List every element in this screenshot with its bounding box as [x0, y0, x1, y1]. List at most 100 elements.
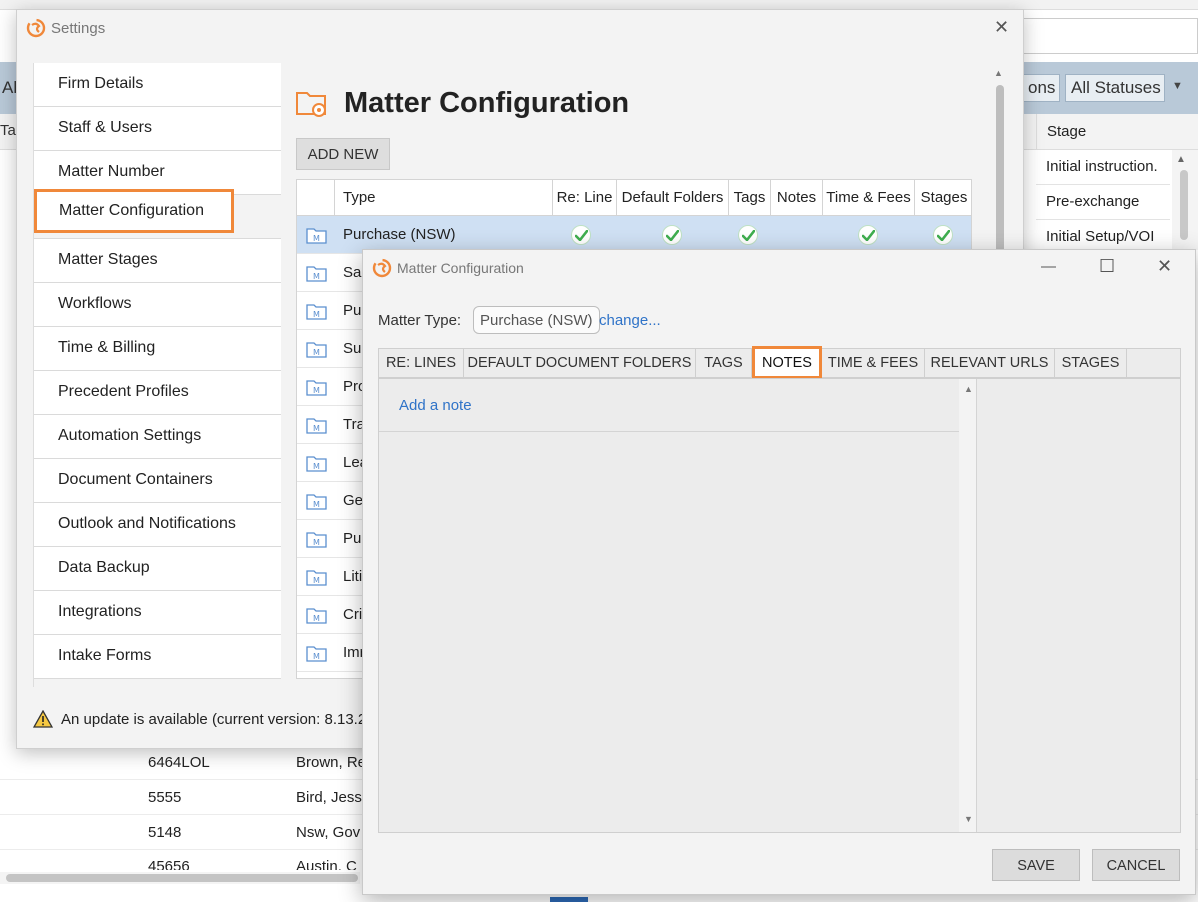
column-header-re-line[interactable]: Re: Line — [552, 180, 616, 216]
scroll-down-icon[interactable]: ▼ — [964, 814, 973, 824]
matter-type-icon: M — [306, 532, 327, 548]
column-header-notes[interactable]: Notes — [770, 180, 822, 216]
matter-type-name: Ge — [343, 492, 364, 509]
add-note-link[interactable]: Add a note — [399, 397, 472, 414]
close-icon[interactable]: ✕ — [994, 17, 1009, 38]
nav-item-matter-configuration[interactable]: Matter Configuration — [34, 189, 234, 233]
settings-title: Settings — [51, 20, 106, 37]
scroll-up-icon[interactable]: ▲ — [994, 68, 1003, 78]
svg-text:M: M — [313, 310, 320, 319]
check-icon — [858, 225, 878, 245]
bg-status-filter[interactable]: All Statuses — [1065, 74, 1165, 102]
svg-text:M: M — [313, 462, 320, 471]
matter-type-icon: M — [306, 456, 327, 472]
folder-settings-icon — [296, 92, 326, 117]
nav-item-automation-settings[interactable]: Automation Settings — [34, 415, 282, 459]
page-title: Matter Configuration — [344, 87, 630, 119]
svg-text:M: M — [313, 424, 320, 433]
bg-scroll-thumb[interactable] — [1180, 170, 1188, 240]
nav-item-firm-details[interactable]: Firm Details — [34, 63, 282, 107]
svg-text:M: M — [313, 272, 320, 281]
svg-text:M: M — [313, 500, 320, 509]
tab-default-document-folders[interactable]: DEFAULT DOCUMENT FOLDERS — [464, 349, 696, 378]
scroll-up-icon[interactable]: ▲ — [964, 384, 973, 394]
scroll-up-icon[interactable]: ▲ — [1176, 154, 1186, 165]
matter-type-icon: M — [306, 608, 327, 624]
column-header-time-fees[interactable]: Time & Fees — [822, 180, 914, 216]
bg-stage-cell: Pre-exchange — [1036, 185, 1170, 220]
config-tabs: RE: LINES DEFAULT DOCUMENT FOLDERS TAGS … — [378, 346, 1181, 379]
matter-type-name: Purchase (NSW) — [343, 226, 456, 243]
bg-filter-chip-1[interactable]: ons — [1022, 74, 1060, 102]
check-icon — [933, 225, 953, 245]
bg-client-name: Brown, Re — [296, 754, 362, 771]
bg-stage-cell: Initial instruction. — [1036, 150, 1170, 185]
tab-stages[interactable]: STAGES — [1055, 349, 1127, 378]
bg-hscroll-thumb[interactable] — [6, 874, 358, 882]
matter-configuration-dialog: Matter Configuration — ☐ ✕ Matter Type: … — [362, 249, 1196, 895]
matter-type-icon: M — [306, 304, 327, 320]
svg-text:M: M — [313, 234, 320, 243]
dialog-title: Matter Configuration — [397, 260, 524, 276]
matter-type-icon: M — [306, 228, 327, 244]
svg-text:M: M — [313, 614, 320, 623]
nav-item-matter-stages[interactable]: Matter Stages — [34, 239, 282, 283]
notes-list: Add a note — [379, 379, 959, 432]
tab-relevant-urls[interactable]: RELEVANT URLS — [925, 349, 1055, 378]
notes-vertical-scrollbar[interactable] — [959, 379, 977, 832]
column-header-tags[interactable]: Tags — [728, 180, 770, 216]
nav-item-staff-users[interactable]: Staff & Users — [34, 107, 282, 151]
app-logo-icon — [372, 258, 392, 278]
add-new-button[interactable]: ADD NEW — [296, 138, 390, 170]
update-text: An update is available (current version:… — [61, 711, 375, 728]
bg-search-box[interactable] — [1010, 18, 1198, 54]
chevron-down-icon[interactable]: ▼ — [1172, 80, 1183, 92]
bg-client-name: Nsw, Gov — [296, 824, 361, 841]
settings-nav: Firm Details Staff & Users Matter Number… — [33, 63, 282, 687]
bg-matter-number: 5555 — [148, 789, 182, 806]
column-header-stages[interactable]: Stages — [914, 180, 971, 216]
nav-item-intake-forms[interactable]: Intake Forms — [34, 635, 282, 679]
tab-tags[interactable]: TAGS — [696, 349, 752, 378]
notes-panel: Add a note ▲ ▼ — [378, 378, 1181, 833]
bg-stage-header[interactable]: Stage — [1036, 114, 1170, 150]
bg-page-indicator — [550, 897, 588, 902]
cancel-button[interactable]: CANCEL — [1092, 849, 1180, 881]
tab-re-lines[interactable]: RE: LINES — [379, 349, 464, 378]
bg-matter-number: 6464LOL — [148, 754, 210, 771]
change-matter-type-link[interactable]: change... — [599, 312, 661, 329]
bg-left-label: Al — [2, 78, 18, 97]
tab-time-fees[interactable]: TIME & FEES — [822, 349, 925, 378]
matter-type-value: Purchase (NSW) — [473, 306, 600, 334]
maximize-icon[interactable]: ☐ — [1099, 256, 1115, 277]
tab-notes[interactable]: NOTES — [752, 346, 822, 379]
bg-client-name: Austin, C — [296, 858, 357, 870]
close-icon[interactable]: ✕ — [1157, 256, 1172, 277]
matter-type-icon: M — [306, 342, 327, 358]
matter-type-name: Cri — [343, 606, 363, 623]
column-header-default-folders[interactable]: Default Folders — [616, 180, 728, 216]
matter-type-icon: M — [306, 380, 327, 396]
nav-item-document-containers[interactable]: Document Containers — [34, 459, 282, 503]
nav-item-outlook-notifications[interactable]: Outlook and Notifications — [34, 503, 282, 547]
bg-client-name: Bird, Jessi — [296, 789, 362, 806]
warning-icon — [33, 710, 53, 728]
nav-item-data-backup[interactable]: Data Backup — [34, 547, 282, 591]
nav-item-precedent-profiles[interactable]: Precedent Profiles — [34, 371, 282, 415]
minimize-icon[interactable]: — — [1041, 258, 1056, 275]
check-icon — [571, 225, 591, 245]
column-header-icon — [297, 180, 334, 216]
app-logo-icon — [26, 18, 46, 38]
nav-item-time-billing[interactable]: Time & Billing — [34, 327, 282, 371]
settings-titlebar: Settings ✕ — [17, 10, 1023, 48]
save-button[interactable]: SAVE — [992, 849, 1080, 881]
nav-item-integrations[interactable]: Integrations — [34, 591, 282, 635]
matter-type-icon: M — [306, 418, 327, 434]
nav-item-workflows[interactable]: Workflows — [34, 283, 282, 327]
svg-text:M: M — [313, 348, 320, 357]
matter-type-icon: M — [306, 266, 327, 282]
matter-type-icon: M — [306, 570, 327, 586]
check-icon — [738, 225, 758, 245]
column-header-type[interactable]: Type — [334, 180, 552, 216]
svg-text:M: M — [313, 386, 320, 395]
